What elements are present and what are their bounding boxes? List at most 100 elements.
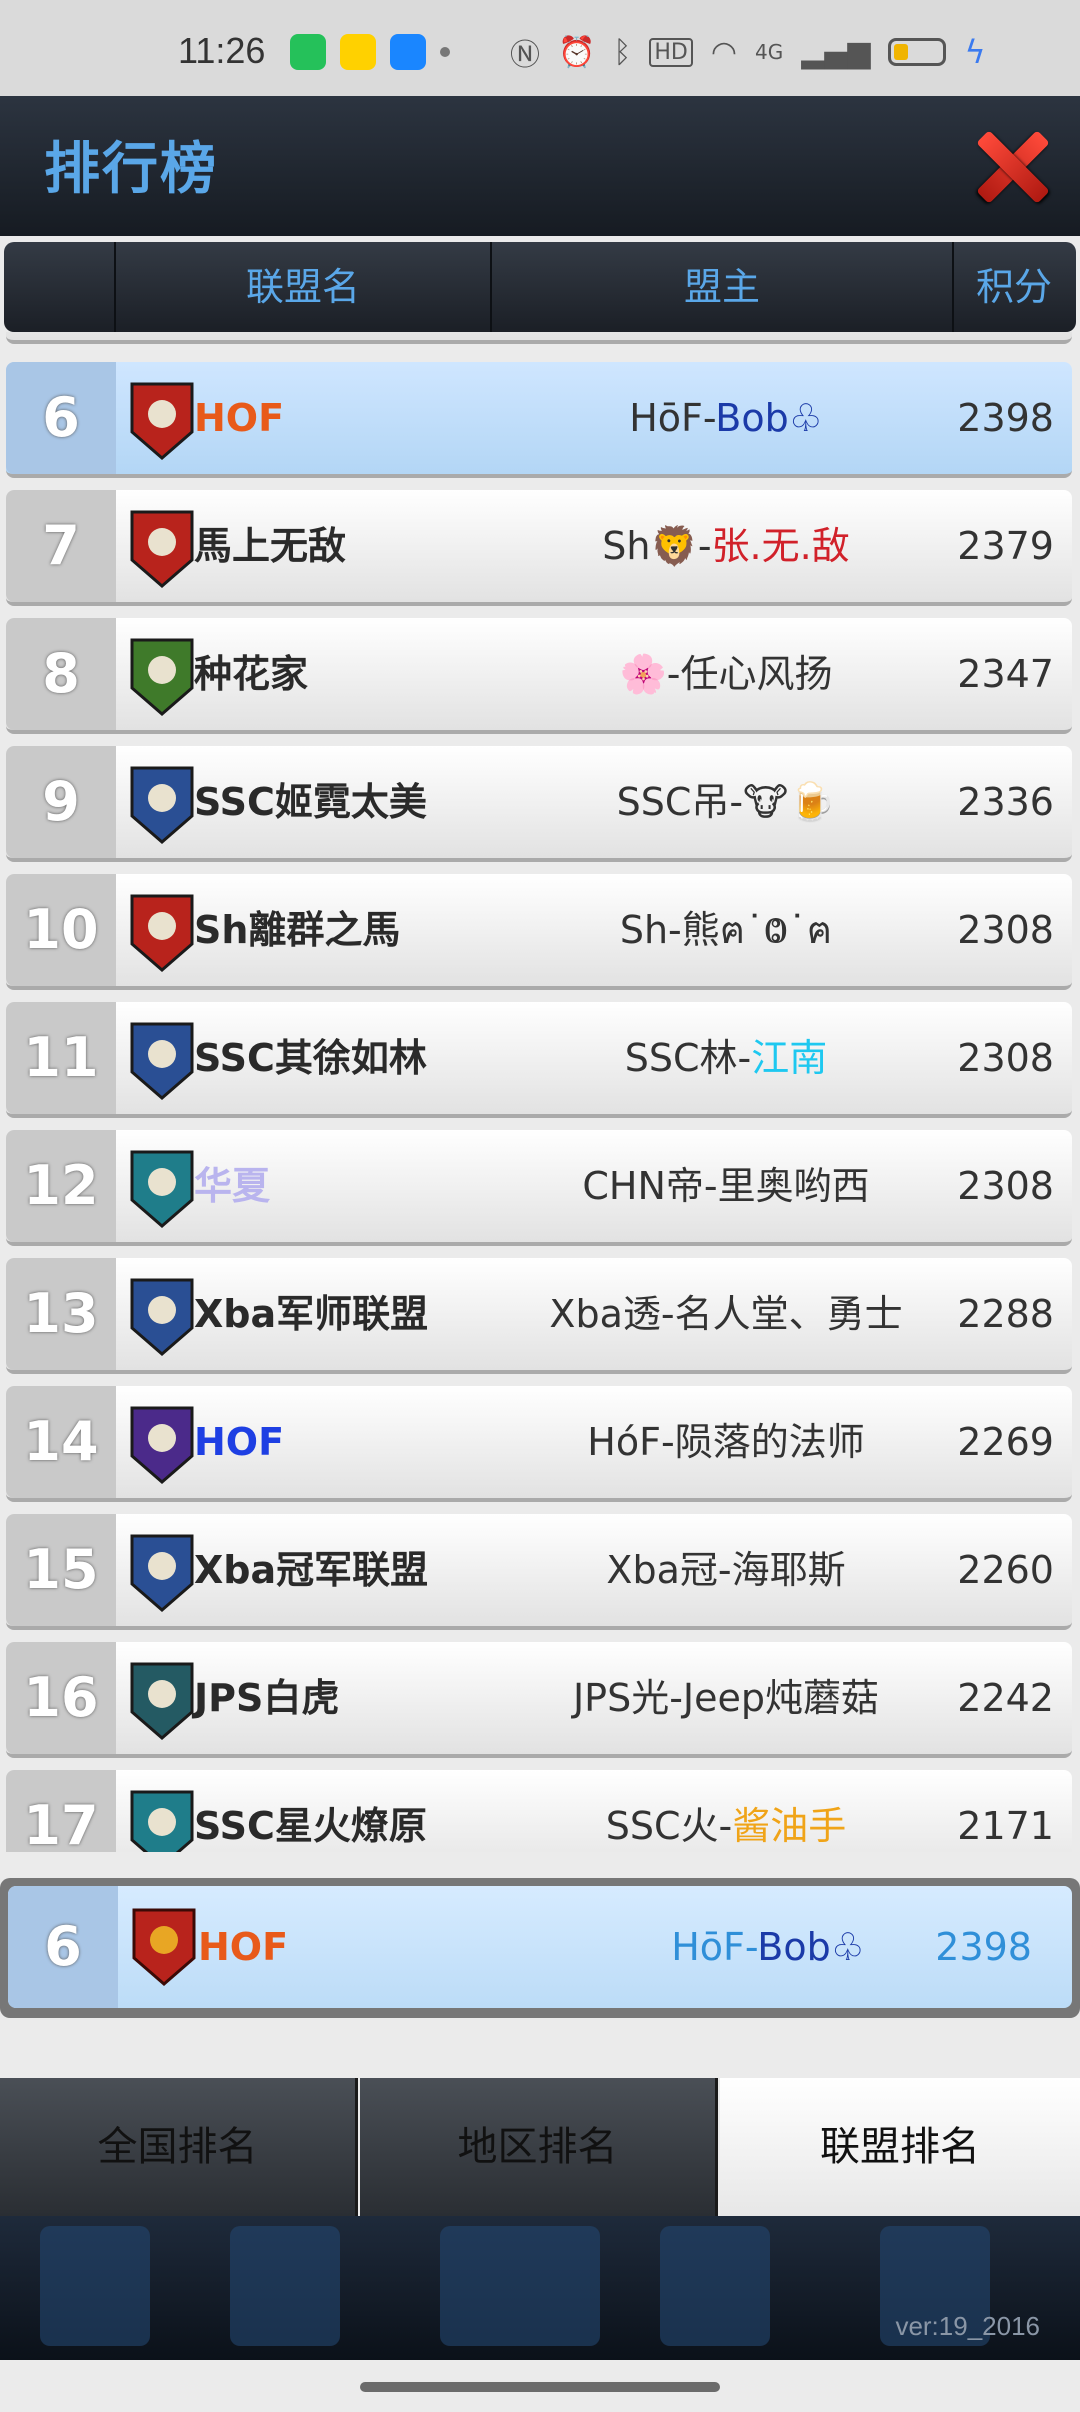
- table-row[interactable]: 6 HOF HōF-Bob♧ 2398: [6, 362, 1072, 478]
- leader-suffix: 酱油手: [732, 1804, 847, 1848]
- alliance-emblem-icon: [130, 766, 194, 844]
- alliance-leader: SSC吊-🐮🍺: [436, 746, 1016, 858]
- col-alliance-name[interactable]: 联盟名: [116, 242, 492, 332]
- leader-prefix: Xba冠-海耶斯: [606, 1548, 846, 1592]
- table-row[interactable]: 7 馬上无敌 Sh🦁-张.无.敌 2379: [6, 490, 1072, 606]
- alliance-score: 2260: [957, 1548, 1054, 1592]
- my-leader-suffix: Bob♧: [757, 1925, 865, 1969]
- my-alliance-name: HOF: [198, 1925, 289, 1969]
- alliance-emblem-icon: [130, 382, 194, 460]
- alliance-score: 2308: [957, 1164, 1054, 1208]
- alliance-name: JPS白虎: [194, 1676, 340, 1720]
- leader-suffix: 张.无.敌: [711, 524, 850, 568]
- alliance-name: SSC姬霓太美: [194, 780, 427, 824]
- rank-number: 17: [6, 1770, 116, 1852]
- alliance-emblem-icon: [130, 1022, 194, 1100]
- signal-icon: 4G: [755, 40, 784, 64]
- list-item[interactable]: [6, 332, 1072, 344]
- ranking-list[interactable]: 6 HOF HōF-Bob♧ 2398 7 馬上无敌 Sh🦁-张.无.敌 2379 8 种花家 🌸-…: [0, 332, 1080, 1852]
- ranking-tabs: 全国排名 地区排名 联盟排名: [0, 2078, 1080, 2216]
- table-row[interactable]: 11 SSC其徐如林 SSC林-江南 2308: [6, 1002, 1072, 1118]
- alliance-name: SSC其徐如林: [194, 1036, 427, 1080]
- alliance-emblem-icon: [130, 510, 194, 588]
- alliance-leader: Sh-熊ฅ˙Ⱉ˙ฅ: [436, 874, 1016, 986]
- alliance-leader: CHN帝-里奥哟西: [436, 1130, 1016, 1242]
- leader-prefix: HóF-陨落的法师: [587, 1420, 865, 1464]
- dock-item-icon: [230, 2226, 340, 2346]
- status-bar: 11:26 Ⓝ ⏰ ᛒ HD ◠ 4G ▂▄▆ ϟ: [0, 0, 1080, 96]
- rank-number: 15: [6, 1514, 116, 1626]
- home-indicator[interactable]: [360, 2382, 720, 2392]
- close-icon[interactable]: [974, 128, 1050, 204]
- table-row[interactable]: 13 Xba军师联盟 Xba透-名人堂、勇士 2288: [6, 1258, 1072, 1374]
- alliance-name: 种花家: [194, 652, 309, 696]
- alliance-leader: SSC林-江南: [436, 1002, 1016, 1114]
- alliance-emblem-icon: [130, 1406, 194, 1484]
- my-leader-prefix: HōF-: [671, 1925, 758, 1969]
- alliance-name: HOF: [194, 396, 285, 440]
- table-row[interactable]: 9 SSC姬霓太美 SSC吊-🐮🍺 2336: [6, 746, 1072, 862]
- alliance-name: SSC星火燎原: [194, 1804, 427, 1848]
- col-score[interactable]: 积分: [954, 242, 1074, 332]
- title-bar: 排行榜: [0, 96, 1080, 236]
- phone-app-icon: [390, 34, 426, 70]
- col-leader[interactable]: 盟主: [492, 242, 954, 332]
- alliance-score: 2379: [957, 524, 1054, 568]
- table-row[interactable]: 10 Sh離群之馬 Sh-熊ฅ˙Ⱉ˙ฅ 2308: [6, 874, 1072, 990]
- my-alliance-row[interactable]: 6 HOF HōF-Bob♧ 2398: [0, 1878, 1080, 2018]
- rank-number: 7: [6, 490, 116, 602]
- alliance-emblem-icon: [130, 894, 194, 972]
- rank-number: 9: [6, 746, 116, 858]
- table-row[interactable]: 8 种花家 🌸-任心风扬 2347: [6, 618, 1072, 734]
- meituan-app-icon: [340, 34, 376, 70]
- alliance-leader: 🌸-任心风扬: [436, 618, 1016, 730]
- alliance-score: 2288: [957, 1292, 1054, 1336]
- rank-number: 11: [6, 1002, 116, 1114]
- alliance-name: Xba军师联盟: [194, 1292, 429, 1336]
- tab-national[interactable]: 全国排名: [0, 2078, 358, 2216]
- leader-prefix: SSC火-: [605, 1804, 733, 1848]
- tab-alliance[interactable]: 联盟排名: [720, 2078, 1080, 2216]
- my-alliance-card[interactable]: 6 HOF HōF-Bob♧ 2398: [8, 1886, 1072, 2008]
- table-row[interactable]: 17 SSC星火燎原 SSC火-酱油手 2171: [6, 1770, 1072, 1852]
- leader-suffix: 江南: [751, 1036, 828, 1080]
- system-nav-bar: [0, 2360, 1080, 2412]
- alliance-emblem-icon: [132, 1908, 196, 1986]
- alliance-score: 2308: [957, 908, 1054, 952]
- my-rank: 6: [8, 1886, 118, 2008]
- alliance-leader: Xba透-名人堂、勇士: [436, 1258, 1016, 1370]
- alliance-leader: Sh🦁-张.无.敌: [436, 490, 1016, 602]
- wifi-icon: ◠: [710, 34, 738, 70]
- alliance-leader: HóF-陨落的法师: [436, 1386, 1016, 1498]
- alliance-emblem-icon: [130, 1150, 194, 1228]
- leader-prefix: Sh-熊ฅ˙Ⱉ˙ฅ: [619, 908, 833, 952]
- alliance-score: 2269: [957, 1420, 1054, 1464]
- table-row[interactable]: 15 Xba冠军联盟 Xba冠-海耶斯 2260: [6, 1514, 1072, 1630]
- alliance-name: Xba冠军联盟: [194, 1548, 429, 1592]
- rank-number: 10: [6, 874, 116, 986]
- table-row[interactable]: 12 华夏 CHN帝-里奥哟西 2308: [6, 1130, 1072, 1246]
- bluetooth-icon: ᛒ: [613, 34, 632, 70]
- alliance-leader: Xba冠-海耶斯: [436, 1514, 1016, 1626]
- alarm-icon: ⏰: [558, 34, 596, 70]
- charging-icon: ϟ: [964, 33, 986, 71]
- video-app-icon: [290, 34, 326, 70]
- dock-item-icon: [660, 2226, 770, 2346]
- col-rank: [4, 242, 116, 332]
- dock-item-icon: [440, 2226, 600, 2346]
- alliance-name: HOF: [194, 1420, 285, 1464]
- leader-suffix: Bob♧: [715, 396, 823, 440]
- rank-number: 12: [6, 1130, 116, 1242]
- signal-bars-icon: ▂▄▆: [801, 34, 871, 70]
- leader-prefix: JPS光-Jeep炖蘑菇: [572, 1676, 880, 1720]
- leader-prefix: Sh🦁-: [602, 524, 712, 568]
- tab-regional[interactable]: 地区排名: [360, 2078, 718, 2216]
- status-time: 11:26: [178, 30, 266, 71]
- leader-prefix: Xba透-名人堂、勇士: [549, 1292, 903, 1336]
- alliance-score: 2347: [957, 652, 1054, 696]
- table-row[interactable]: 14 HOF HóF-陨落的法师 2269: [6, 1386, 1072, 1502]
- alliance-leader: SSC火-酱油手: [436, 1770, 1016, 1852]
- rank-number: 14: [6, 1386, 116, 1498]
- alliance-leader: JPS光-Jeep炖蘑菇: [436, 1642, 1016, 1754]
- table-row[interactable]: 16 JPS白虎 JPS光-Jeep炖蘑菇 2242: [6, 1642, 1072, 1758]
